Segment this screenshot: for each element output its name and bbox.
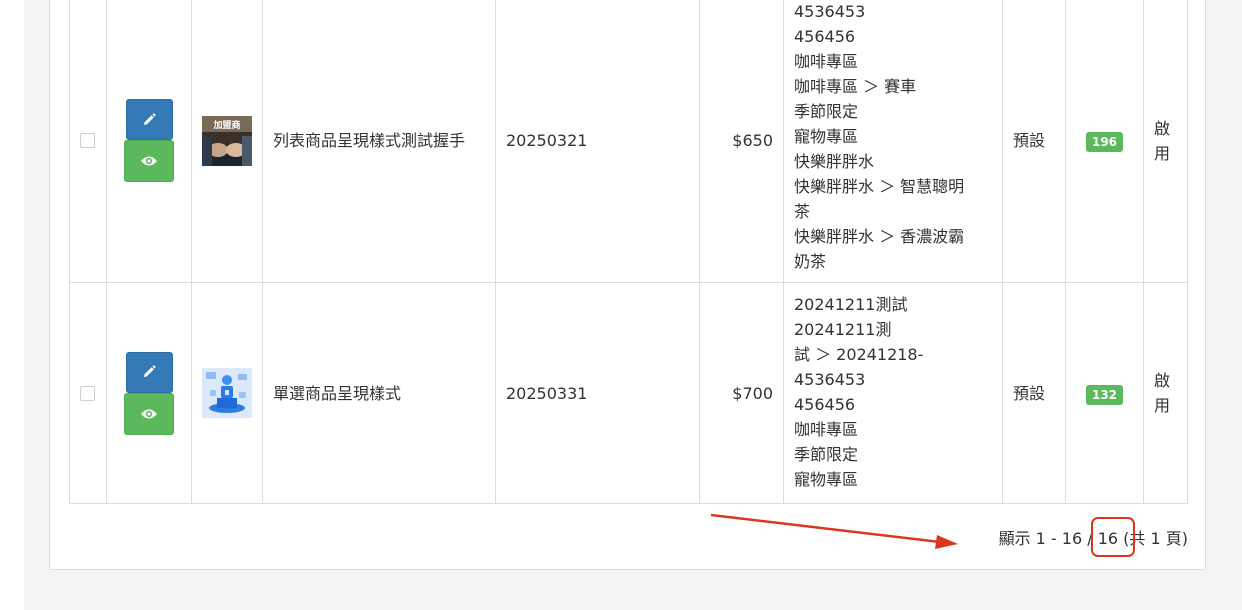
table-row: 加盟商 列表商品呈現樣式測試握手 20250321 $650 4536453 4… xyxy=(69,0,1188,283)
category-item: 試 ＞ 20241218- xyxy=(794,344,924,364)
template-label: 預設 xyxy=(1002,0,1066,283)
view-button[interactable] xyxy=(124,140,174,182)
thumbnail-cell xyxy=(191,282,263,504)
category-item: 咖啡專區 xyxy=(794,52,859,71)
category-item: 季節限定 xyxy=(794,444,859,464)
edit-button[interactable] xyxy=(125,351,173,393)
row-checkbox[interactable] xyxy=(80,133,95,148)
row-select-cell xyxy=(69,282,107,504)
category-item: 奶茶 xyxy=(794,252,827,271)
count-badge: 196 xyxy=(1085,132,1124,152)
category-item: 季節限定 xyxy=(794,102,859,121)
status-label: 啟用 xyxy=(1143,282,1188,504)
eye-icon xyxy=(141,156,157,166)
category-item: 20241211測試 xyxy=(794,294,908,314)
row-select-cell xyxy=(69,0,107,283)
category-item: 20241211測 xyxy=(794,319,892,339)
product-code: 20250331 xyxy=(495,282,700,504)
pencil-icon xyxy=(144,365,156,377)
thumbnail-caption: 加盟商 xyxy=(212,119,240,131)
category-item: 快樂胖胖水 xyxy=(794,152,875,171)
status-label: 啟用 xyxy=(1143,0,1188,283)
pencil-icon xyxy=(144,112,156,125)
product-name[interactable]: 列表商品呈現樣式測試握手 xyxy=(262,0,496,283)
category-cell: 20241211測試 20241211測 試 ＞ 20241218- 45364… xyxy=(783,282,1003,504)
category-cell: 4536453 456456 咖啡專區 咖啡專區 ＞ 賽車 季節限定 寵物專區 … xyxy=(783,0,1003,283)
edit-button[interactable] xyxy=(125,99,173,140)
category-item: 快樂胖胖水 ＞ 智慧聰明 xyxy=(794,177,965,196)
annotation-highlight-box xyxy=(1091,517,1135,557)
thumbnail-cell: 加盟商 xyxy=(191,0,263,283)
category-item: 4536453 xyxy=(794,2,866,21)
count-cell: 196 xyxy=(1065,0,1144,283)
eye-icon xyxy=(141,409,157,418)
template-label: 預設 xyxy=(1002,282,1066,504)
product-code: 20250321 xyxy=(495,0,700,283)
category-item: 456456 xyxy=(794,27,856,46)
category-item: 4536453 xyxy=(794,369,866,389)
count-badge: 132 xyxy=(1085,384,1124,405)
product-thumbnail[interactable]: 加盟商 xyxy=(202,115,252,166)
category-item: 茶 xyxy=(794,202,811,221)
product-price: $700 xyxy=(699,282,784,504)
category-item: 456456 xyxy=(794,394,856,414)
actions-cell xyxy=(106,0,192,283)
category-item: 咖啡專區 ＞ 賽車 xyxy=(794,77,917,96)
row-checkbox[interactable] xyxy=(80,385,95,401)
view-button[interactable] xyxy=(124,392,174,435)
category-item: 寵物專區 xyxy=(794,127,859,146)
category-item: 寵物專區 xyxy=(794,469,859,489)
category-item: 咖啡專區 xyxy=(794,419,859,439)
pagination-range: 顯示 1 - 16 / xyxy=(998,529,1098,548)
product-table: 加盟商 列表商品呈現樣式測試握手 20250321 $650 4536453 4… xyxy=(69,0,1188,504)
product-name[interactable]: 單選商品呈現樣式 xyxy=(262,282,496,504)
category-item: 快樂胖胖水 ＞ 香濃波霸 xyxy=(794,227,965,246)
table-row: 單選商品呈現樣式 20250331 $700 20241211測試 202412… xyxy=(69,282,1188,504)
count-cell: 132 xyxy=(1065,282,1144,504)
actions-cell xyxy=(106,282,192,504)
product-thumbnail[interactable] xyxy=(202,368,252,418)
product-price: $650 xyxy=(699,0,784,283)
